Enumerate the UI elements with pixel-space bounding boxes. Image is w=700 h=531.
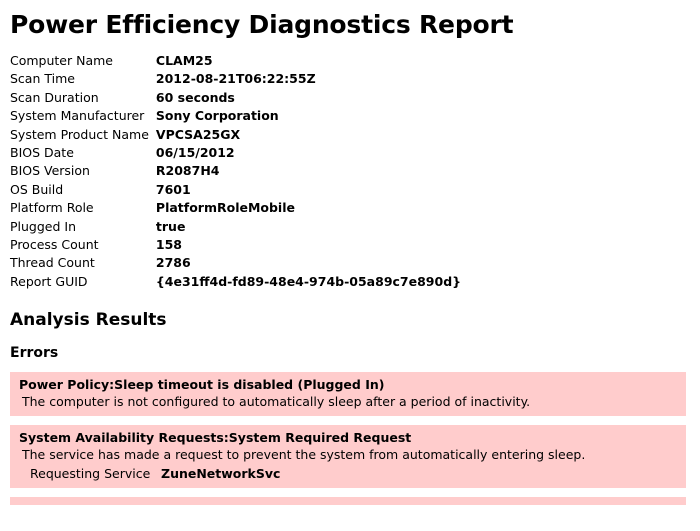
system-info-row: Scan Duration 60 seconds: [0, 89, 461, 107]
system-info-row: OS Build 7601: [0, 181, 461, 199]
system-info-row: Computer Name CLAM25: [0, 52, 461, 70]
error-description: The computer is not configured to automa…: [22, 394, 531, 410]
system-info-row: Report GUID {4e31ff4d-fd89-48e4-974b-05a8…: [0, 273, 461, 291]
system-info-label: BIOS Date: [10, 145, 74, 161]
report-page: Power Efficiency Diagnostics Report Comp…: [0, 0, 700, 531]
system-info-row: Thread Count 2786: [0, 254, 461, 272]
system-info-label: Platform Role: [10, 200, 94, 216]
system-info-label: Scan Time: [10, 71, 75, 87]
system-info-label: BIOS Version: [10, 163, 90, 179]
system-info-value: PlatformRoleMobile: [155, 200, 295, 216]
system-info-label: System Product Name: [10, 126, 149, 142]
system-info-rows: Computer Name CLAM25 Scan Time 2012-08-21T0…: [0, 52, 461, 291]
system-info-row: Plugged In true: [0, 218, 461, 236]
system-info-row: System Product Name VPCSA25GX: [0, 126, 461, 144]
error-detail-table: Requesting Service ZuneNetworkSvc: [16, 465, 280, 483]
system-info-label: Report GUID: [10, 273, 88, 289]
system-info-value: 06/15/2012: [155, 145, 235, 161]
system-info-label: System Manufacturer: [10, 108, 145, 124]
analysis-results-heading: Analysis Results: [10, 310, 167, 331]
system-info-row: System Manufacturer Sony Corporation: [0, 107, 461, 125]
system-info-row: Process Count 158: [0, 236, 461, 254]
system-info-label: Thread Count: [10, 255, 95, 271]
system-info-value: 2012-08-21T06:22:55Z: [155, 71, 316, 87]
page-title: Power Efficiency Diagnostics Report: [10, 10, 514, 39]
system-info-label: Plugged In: [10, 218, 77, 234]
system-info-value: CLAM25: [155, 53, 213, 68]
system-info-row: BIOS Version R2087H4: [0, 162, 461, 180]
system-info-label: OS Build: [10, 181, 64, 197]
system-info-value: R2087H4: [155, 163, 220, 179]
error-list: Power Policy:Sleep timeout is disabled (…: [0, 372, 700, 506]
system-info-value: 158: [155, 237, 182, 253]
system-info-value: {4e31ff4d-fd89-48e4-974b-05a89c7e890d}: [155, 273, 462, 289]
error-detail-row: Requesting Service ZuneNetworkSvc: [16, 465, 280, 483]
error-title: Power Policy:Sleep timeout is disabled (…: [19, 377, 385, 393]
system-info-label: Scan Duration: [10, 89, 99, 105]
system-info-value: VPCSA25GX: [155, 126, 241, 142]
system-info-row: Scan Time 2012-08-21T06:22:55Z: [0, 70, 461, 88]
error-panel: Power Policy:Sleep timeout is disabled (…: [10, 372, 686, 417]
error-panel: [10, 497, 686, 506]
system-info-row: BIOS Date 06/15/2012: [0, 144, 461, 162]
system-info-value: 7601: [155, 181, 191, 197]
errors-heading: Errors: [10, 345, 59, 362]
system-info-value: Sony Corporation: [155, 108, 279, 124]
error-detail-value: ZuneNetworkSvc: [161, 466, 281, 482]
error-panel: System Availability Requests:System Requ…: [10, 425, 686, 489]
system-info-table: Computer Name CLAM25 Scan Time 2012-08-21T0…: [0, 52, 461, 291]
error-title: System Availability Requests:System Requ…: [19, 430, 412, 446]
system-info-value: 2786: [155, 255, 191, 271]
system-info-value: 60 seconds: [155, 89, 235, 105]
error-description: The service has made a request to preven…: [22, 447, 586, 463]
system-info-label: Computer Name: [10, 53, 113, 68]
system-info-value: true: [155, 218, 186, 234]
system-info-row: Platform Role PlatformRoleMobile: [0, 199, 461, 217]
error-detail-label: Requesting Service: [30, 466, 151, 482]
system-info-label: Process Count: [10, 237, 99, 253]
